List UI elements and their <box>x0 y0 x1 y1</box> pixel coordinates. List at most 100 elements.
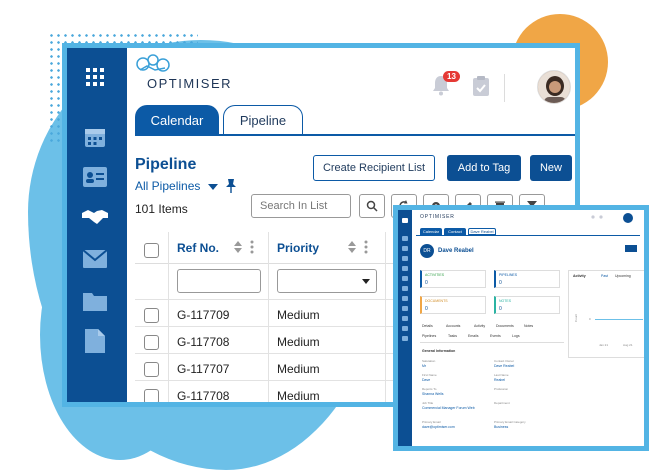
ref-no-cell[interactable]: G-117708 <box>177 335 229 349</box>
activity-panel-title: Activity <box>573 274 586 278</box>
subtab-pipelines[interactable]: Pipelines <box>422 334 436 338</box>
logo-text: OPTIMISER <box>147 76 233 91</box>
optimiser-logo: OPTIMISER <box>133 54 233 94</box>
detail-tab-calendar[interactable]: Calendar <box>420 228 442 235</box>
field-value[interactable]: Shanna Wells <box>422 392 444 396</box>
contact-card-icon[interactable] <box>402 246 408 251</box>
activities-card[interactable]: ACTIVITIES 0 <box>420 270 486 288</box>
column-divider <box>385 232 386 402</box>
calendar-icon[interactable] <box>402 236 408 241</box>
field-label: Primary Email Category <box>494 420 526 424</box>
page-title: Pipeline <box>135 156 197 173</box>
row-checkbox[interactable] <box>144 389 159 402</box>
activity-series-line <box>595 319 643 320</box>
priority-cell: Medium <box>277 308 320 322</box>
task-clipboard-icon[interactable] <box>473 76 489 101</box>
view-select-label: All Pipelines <box>135 179 201 193</box>
row-checkbox[interactable] <box>144 308 159 323</box>
detail-tab-underline <box>416 235 640 236</box>
notes-card[interactable]: NOTES 0 <box>494 296 560 314</box>
column-menu-icon[interactable] <box>250 240 254 259</box>
section-title: General Information <box>422 349 456 353</box>
activity-tab-past[interactable]: Past <box>601 274 608 278</box>
tab-pipeline[interactable]: Pipeline <box>223 105 303 135</box>
pin-icon[interactable] <box>225 179 237 198</box>
column-header-ref-no[interactable]: Ref No. <box>177 241 219 255</box>
folder-icon[interactable] <box>402 276 408 281</box>
card-value: 0 <box>425 306 428 312</box>
card-label: PIPELINES <box>499 273 518 277</box>
handshake-icon[interactable] <box>81 204 109 230</box>
field-label: Job Title <box>422 401 434 405</box>
activity-tab-upcoming[interactable]: Upcoming <box>615 274 631 278</box>
documents-card[interactable]: DOCUMENTS 0 <box>420 296 486 314</box>
row-checkbox[interactable] <box>144 335 159 350</box>
field-label: Primary Email <box>422 420 441 424</box>
ref-no-cell[interactable]: G-117709 <box>177 308 229 322</box>
sort-icon[interactable] <box>347 240 357 259</box>
detail-tab-contact[interactable]: Contact <box>444 228 466 235</box>
contact-detail-window: OPTIMISER Calendar Contact Dave Reabel D… <box>393 205 649 451</box>
column-divider <box>268 232 269 402</box>
ref-no-filter-input[interactable] <box>177 269 261 293</box>
document-icon[interactable] <box>81 328 109 354</box>
document-icon[interactable] <box>402 336 408 341</box>
card-label: NOTES <box>499 299 512 303</box>
subtab-logs[interactable]: Logs <box>512 334 520 338</box>
activity-y-tick: 0 <box>589 317 591 321</box>
pipelines-card[interactable]: PIPELINES 0 <box>494 270 560 288</box>
subtab-events[interactable]: Events <box>490 334 501 338</box>
apps-grid-icon[interactable] <box>81 64 109 90</box>
activity-y-label: Count <box>574 313 579 323</box>
caret-down-icon <box>362 279 370 284</box>
edit-record-button[interactable] <box>625 245 637 252</box>
calendar-icon[interactable] <box>81 124 109 150</box>
add-to-tag-button[interactable]: Add to Tag <box>447 155 521 181</box>
header-divider <box>504 74 505 102</box>
document-icon[interactable] <box>402 286 408 291</box>
notification-count-badge: 13 <box>443 71 460 82</box>
mail-icon[interactable] <box>81 246 109 272</box>
subtab-activity[interactable]: Activity <box>474 324 485 328</box>
row-checkbox[interactable] <box>144 362 159 377</box>
subtab-emails[interactable]: Emails <box>468 334 479 338</box>
tab-underline <box>135 134 575 136</box>
ref-no-cell[interactable]: G-117708 <box>177 389 229 402</box>
column-divider <box>168 232 169 402</box>
new-button[interactable]: New <box>530 155 572 181</box>
column-header-priority[interactable]: Priority <box>277 241 319 255</box>
document-icon[interactable] <box>402 326 408 331</box>
tab-calendar[interactable]: Calendar <box>135 105 219 135</box>
detail-user-avatar[interactable] <box>623 213 633 223</box>
create-recipient-list-button[interactable]: Create Recipient List <box>313 155 435 181</box>
subtab-accounts[interactable]: Accounts <box>446 324 460 328</box>
document-icon[interactable] <box>402 316 408 321</box>
pipeline-view-select[interactable]: All Pipelines <box>135 179 218 193</box>
field-value[interactable]: Dave Reabel <box>494 364 514 368</box>
field-value[interactable]: dave@optimiser.com <box>422 425 455 429</box>
detail-sidebar <box>398 210 412 446</box>
activity-panel: Activity Past Upcoming Count 0 Jan 21 Au… <box>568 270 644 358</box>
search-button[interactable] <box>359 194 385 218</box>
handshake-icon[interactable] <box>402 256 408 261</box>
detail-tab-record[interactable]: Dave Reabel <box>468 228 496 235</box>
mail-icon[interactable] <box>402 266 408 271</box>
document-icon[interactable] <box>402 296 408 301</box>
subtab-details[interactable]: Details <box>422 324 433 328</box>
user-avatar[interactable] <box>537 70 571 104</box>
subtab-tasks[interactable]: Tasks <box>448 334 457 338</box>
select-all-checkbox[interactable] <box>144 243 159 258</box>
document-icon[interactable] <box>402 306 408 311</box>
ref-no-cell[interactable]: G-117707 <box>177 362 229 376</box>
folder-icon[interactable] <box>81 288 109 314</box>
field-label: Department <box>494 401 510 405</box>
apps-grid-icon[interactable] <box>402 218 408 223</box>
priority-filter-select[interactable] <box>277 269 377 293</box>
detail-logo-text: OPTIMISER <box>420 214 455 220</box>
subtab-notes[interactable]: Notes <box>524 324 533 328</box>
subtab-documents[interactable]: Documents <box>496 324 514 328</box>
sort-icon[interactable] <box>233 240 243 259</box>
column-menu-icon[interactable] <box>364 240 368 259</box>
contact-card-icon[interactable] <box>81 164 109 190</box>
search-input[interactable]: Search In List <box>251 194 351 218</box>
